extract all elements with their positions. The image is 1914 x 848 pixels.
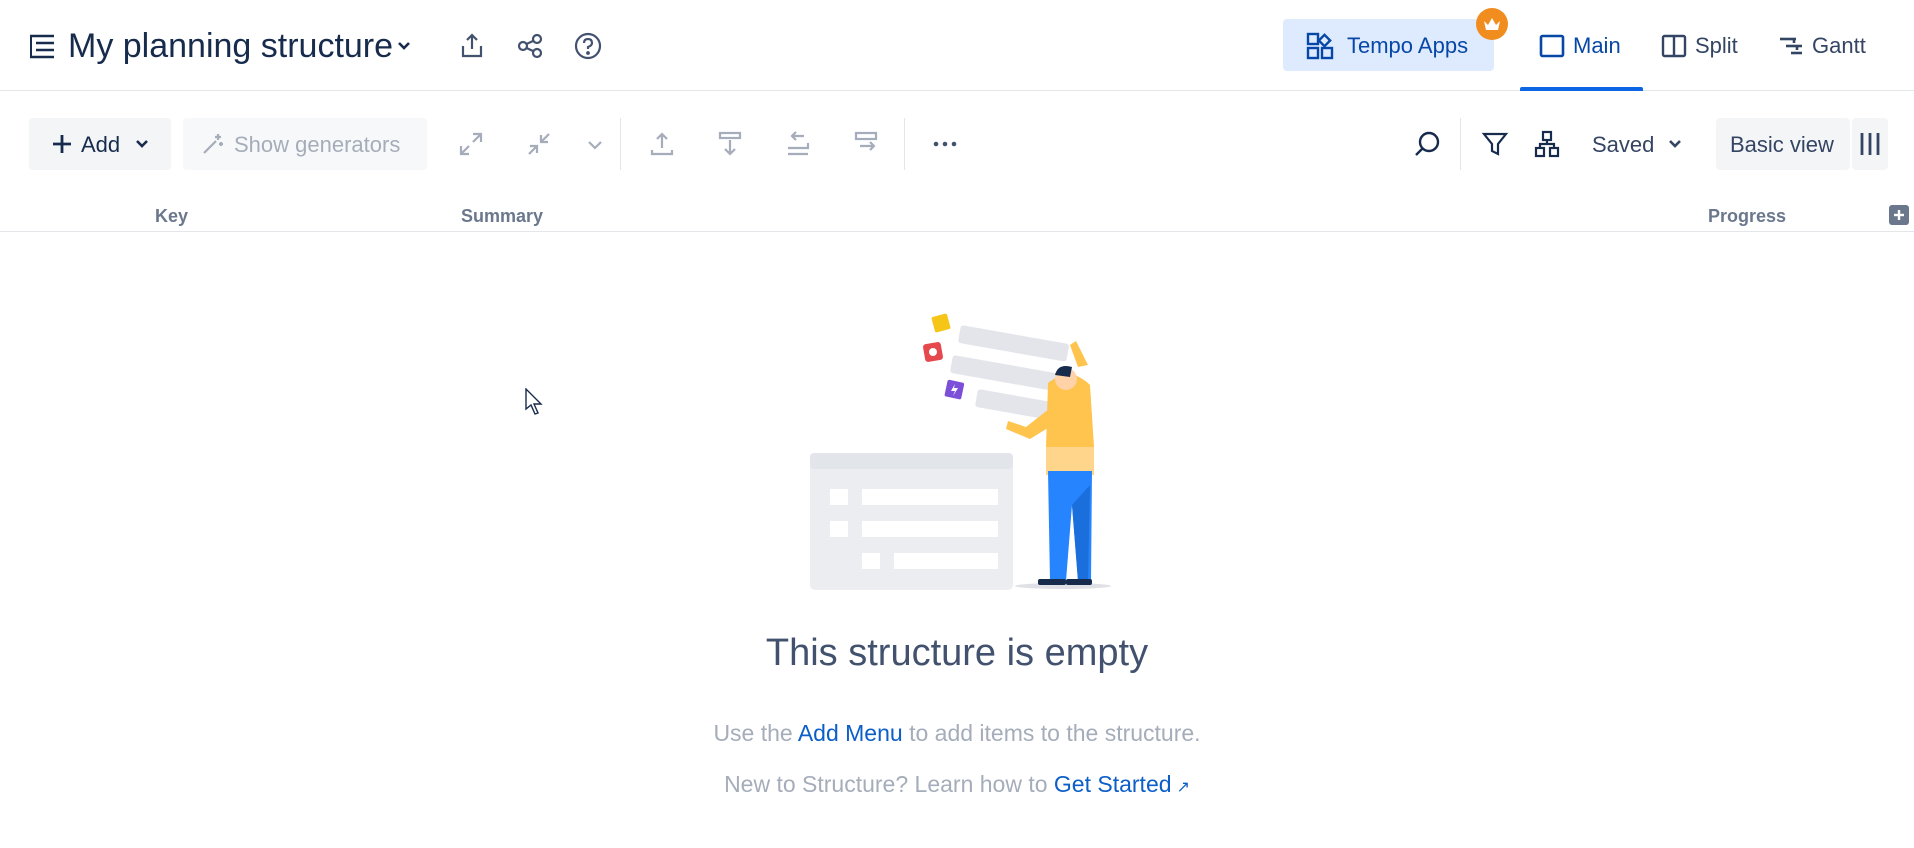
chevron-down-icon[interactable] (586, 130, 604, 158)
add-column-button[interactable] (1889, 205, 1909, 225)
get-started-link[interactable]: Get Started (1054, 771, 1172, 797)
hint-text: New to Structure? Learn how to (724, 771, 1054, 797)
chevron-down-icon (135, 137, 149, 151)
outdent-icon[interactable] (784, 130, 812, 158)
toolbar-divider (1460, 118, 1461, 170)
column-summary[interactable]: Summary (461, 206, 543, 227)
share-icon[interactable] (516, 32, 544, 60)
add-menu-link[interactable]: Add Menu (798, 720, 903, 746)
columns-icon (1860, 133, 1880, 155)
search-icon[interactable] (1413, 130, 1441, 158)
tab-gantt-label: Gantt (1812, 33, 1866, 58)
mouse-cursor-icon (524, 388, 544, 416)
external-link-icon: ↗ (1176, 779, 1190, 796)
show-generators-button[interactable]: Show generators (183, 118, 427, 170)
plus-icon (1894, 210, 1904, 220)
split-icon (1661, 33, 1687, 59)
collapse-icon[interactable] (525, 130, 553, 158)
toolbar-divider (904, 118, 905, 170)
column-progress[interactable]: Progress (1708, 206, 1786, 227)
toolbar-divider (620, 118, 621, 170)
structure-icon (29, 33, 55, 59)
hierarchy-icon[interactable] (1533, 130, 1561, 158)
move-down-icon[interactable] (716, 130, 744, 158)
column-header-row: Key Summary Progress (0, 200, 1914, 232)
window-icon (1539, 33, 1565, 59)
apps-grid-icon (1306, 32, 1334, 60)
basic-view-label: Basic view (1730, 132, 1834, 157)
hint-text: to add items to the structure. (902, 720, 1201, 746)
empty-state-hint: Use the Add Menu to add items to the str… (0, 720, 1914, 747)
top-header: My planning structure Tempo Apps Main Sp… (0, 0, 1914, 91)
show-generators-label: Show generators (234, 132, 401, 157)
indent-icon[interactable] (852, 130, 880, 158)
export-icon[interactable] (458, 32, 486, 60)
empty-state-title: This structure is empty (765, 632, 1149, 674)
empty-structure-illustration (808, 305, 1126, 590)
plus-icon (51, 133, 73, 155)
crown-icon (1476, 8, 1508, 40)
hint-text: Use the (713, 720, 798, 746)
gantt-icon (1778, 33, 1804, 59)
expand-icon[interactable] (457, 130, 485, 158)
tempo-apps-button[interactable]: Tempo Apps (1283, 19, 1494, 71)
chevron-down-icon[interactable] (396, 38, 412, 54)
help-icon[interactable] (574, 32, 602, 60)
move-up-icon[interactable] (648, 130, 676, 158)
columns-button[interactable] (1852, 118, 1888, 170)
add-button-label: Add (81, 132, 121, 157)
get-started-hint: New to Structure? Learn how to Get Start… (0, 771, 1914, 798)
magic-wand-icon (201, 132, 225, 156)
active-tab-indicator (1520, 87, 1643, 91)
column-key[interactable]: Key (155, 206, 188, 227)
tab-split-label: Split (1695, 33, 1738, 58)
filter-icon[interactable] (1481, 130, 1509, 158)
chevron-down-icon (1668, 137, 1682, 151)
add-button[interactable]: Add (29, 118, 171, 170)
saved-label: Saved (1592, 132, 1655, 157)
more-icon[interactable] (931, 130, 959, 158)
page-title[interactable]: My planning structure (68, 24, 393, 68)
basic-view-button[interactable]: Basic view (1716, 118, 1850, 170)
tempo-apps-label: Tempo Apps (1347, 33, 1469, 58)
tab-main-label: Main (1573, 33, 1621, 58)
